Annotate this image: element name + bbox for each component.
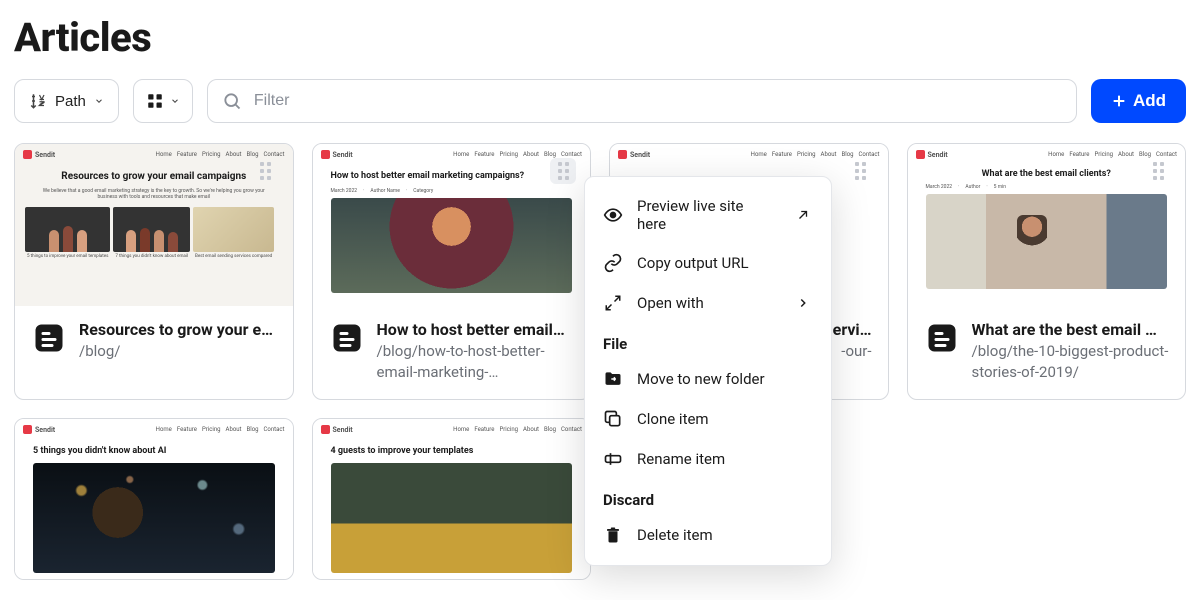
card-thumbnail: Sendit HomeFeaturePricingAboutBlogContac…: [15, 419, 293, 579]
sort-dropdown[interactable]: Path: [14, 79, 119, 123]
link-icon: [603, 253, 623, 273]
document-icon: [329, 320, 365, 356]
chevron-down-icon: [94, 96, 104, 106]
card-thumbnail: Sendit HomeFeaturePricingAboutBlogContac…: [15, 144, 293, 306]
article-card[interactable]: Sendit HomeFeaturePricingAboutBlogContac…: [14, 143, 294, 400]
article-card[interactable]: Sendit HomeFeaturePricingAboutBlogContac…: [312, 418, 592, 580]
card-title: Resources to grow your e…: [79, 320, 273, 339]
drag-handle-icon[interactable]: [253, 158, 279, 184]
article-card[interactable]: Sendit HomeFeaturePricingAboutBlogContac…: [312, 143, 592, 400]
menu-open-with[interactable]: Open with: [585, 283, 831, 323]
menu-copy-output-url[interactable]: Copy output URL: [585, 243, 831, 283]
card-thumbnail: Sendit HomeFeaturePricingAboutBlogContac…: [313, 419, 591, 579]
expand-icon: [603, 293, 623, 313]
clone-icon: [603, 409, 623, 429]
document-icon: [924, 320, 960, 356]
menu-preview-live-site[interactable]: Preview live site here: [585, 187, 831, 243]
menu-section-file: File: [585, 323, 831, 359]
filter-input[interactable]: [254, 92, 1062, 110]
plus-icon: [1111, 93, 1127, 109]
drag-handle-icon[interactable]: [550, 158, 576, 184]
rename-icon: [603, 449, 623, 469]
thumbnail-image: [33, 463, 275, 573]
toolbar: Path Add: [14, 79, 1186, 123]
search-icon: [222, 91, 242, 111]
thumbnail-image: [331, 198, 573, 293]
trash-icon: [603, 525, 623, 545]
menu-section-discard: Discard: [585, 479, 831, 515]
card-path: /blog/how-to-host-better-email-marketing…: [377, 341, 575, 383]
card-title: How to host better email…: [377, 320, 575, 339]
context-menu: Preview live site here Copy output URL O…: [584, 176, 832, 566]
menu-delete-item[interactable]: Delete item: [585, 515, 831, 555]
document-icon: [31, 320, 67, 356]
grid-icon: [146, 92, 164, 110]
card-title: What are the best email …: [972, 320, 1170, 339]
card-thumbnail: Sendit HomeFeaturePricingAboutBlogContac…: [908, 144, 1186, 306]
drag-handle-icon[interactable]: [848, 158, 874, 184]
menu-move-to-folder[interactable]: Move to new folder: [585, 359, 831, 399]
article-card[interactable]: Sendit HomeFeaturePricingAboutBlogContac…: [907, 143, 1187, 400]
card-path: /blog/the-10-biggest-product-stories-of-…: [972, 341, 1170, 383]
chevron-down-icon: [170, 96, 180, 106]
page-title: Articles: [14, 14, 1186, 61]
drag-handle-icon[interactable]: [1145, 158, 1171, 184]
sort-label: Path: [55, 93, 86, 110]
external-link-icon: [793, 205, 813, 225]
sort-az-icon: [29, 92, 47, 110]
folder-move-icon: [603, 369, 623, 389]
article-card[interactable]: Sendit HomeFeaturePricingAboutBlogContac…: [14, 418, 294, 580]
eye-icon: [603, 205, 623, 225]
add-button[interactable]: Add: [1091, 79, 1186, 123]
menu-rename-item[interactable]: Rename item: [585, 439, 831, 479]
card-thumbnail: Sendit HomeFeaturePricingAboutBlogContac…: [313, 144, 591, 306]
card-path: /blog/: [79, 341, 273, 362]
filter-field[interactable]: [207, 79, 1077, 123]
thumbnail-image: [926, 194, 1168, 289]
menu-clone-item[interactable]: Clone item: [585, 399, 831, 439]
view-toggle[interactable]: [133, 79, 193, 123]
chevron-right-icon: [793, 293, 813, 313]
thumbnail-image: [331, 463, 573, 573]
add-label: Add: [1133, 91, 1166, 111]
